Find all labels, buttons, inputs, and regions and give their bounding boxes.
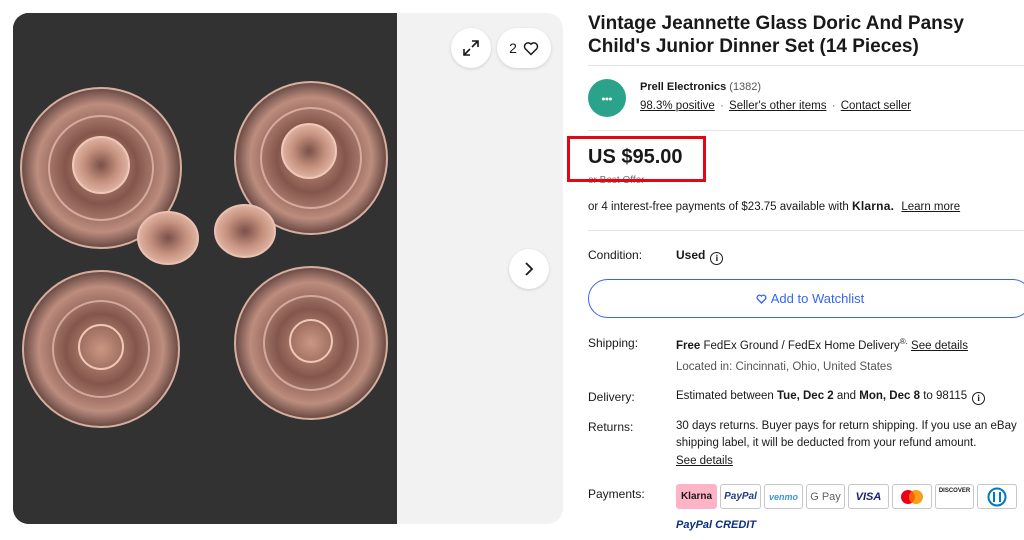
venmo-payment-icon: venmo <box>764 484 803 509</box>
condition-value: Used i <box>676 248 724 265</box>
discover-payment-icon: DISCOVER <box>935 484 974 509</box>
product-photo[interactable] <box>13 13 397 524</box>
diners-club-icon <box>987 487 1007 506</box>
image-gallery: 2 <box>13 13 563 524</box>
google-pay-icon: G Pay <box>806 484 845 509</box>
shipping-free: Free <box>676 339 701 352</box>
returns-label: Returns: <box>588 420 634 434</box>
registered-mark: ®. <box>899 337 908 346</box>
item-location: Located in: Cincinnati, Ohio, United Sta… <box>676 361 893 373</box>
shipping-label: Shipping: <box>588 336 639 350</box>
divider <box>588 130 1024 131</box>
klarna-payment-icon: Klarna <box>676 484 717 509</box>
shipping-value: Free FedEx Ground / FedEx Home Delivery®… <box>676 337 968 352</box>
expand-button[interactable] <box>451 28 491 68</box>
price-highlight-box <box>567 136 706 182</box>
chevron-right-icon <box>525 262 534 276</box>
product-photo-glassware <box>13 13 397 524</box>
delivery-zip: to 98115 <box>923 390 968 402</box>
info-icon[interactable]: i <box>710 251 724 265</box>
shipping-details-link[interactable]: See details <box>911 340 968 352</box>
delivery-prefix: Estimated between <box>676 390 774 402</box>
divider <box>588 230 1024 231</box>
watchlist-label: Add to Watchlist <box>770 291 865 306</box>
klarna-financing: or 4 interest-free payments of $23.75 av… <box>588 199 960 213</box>
delivery-label: Delivery: <box>588 390 635 404</box>
condition-label: Condition: <box>588 248 643 262</box>
expand-icon <box>463 40 479 56</box>
next-image-button[interactable] <box>509 249 549 289</box>
mastercard-payment-icon <box>892 484 932 509</box>
klarna-text: or 4 interest-free payments of $23.75 av… <box>588 201 849 213</box>
returns-details-link[interactable]: See details <box>676 455 733 467</box>
seller-feedback-count: (1382) <box>729 81 762 93</box>
delivery-estimate: Estimated between Tue, Dec 2 and Mon, De… <box>676 390 986 405</box>
heart-icon <box>756 294 767 304</box>
learn-more-link[interactable]: Learn more <box>901 201 960 213</box>
watch-count: 2 <box>509 40 517 56</box>
returns-line-1: 30 days returns. Buyer pays for return s… <box>676 420 1017 432</box>
add-to-watchlist-button[interactable]: Add to Watchlist <box>588 279 1024 318</box>
delivery-end: Mon, Dec 8 <box>859 390 920 402</box>
heart-icon <box>523 41 539 56</box>
seller-positive-link[interactable]: 98.3% positive <box>640 100 715 112</box>
payments-label: Payments: <box>588 487 645 501</box>
seller-name[interactable]: Prell Electronics <box>640 81 726 93</box>
seller-other-items-link[interactable]: Seller's other items <box>729 100 826 112</box>
paypal-credit-icon: PayPal CREDIT <box>676 519 757 531</box>
delivery-and: and <box>836 390 857 402</box>
separator: · <box>831 100 836 112</box>
info-icon[interactable]: i <box>972 391 986 405</box>
mastercard-icon <box>901 489 923 504</box>
paypal-payment-icon: PayPal <box>720 484 761 509</box>
delivery-start: Tue, Dec 2 <box>777 390 834 402</box>
returns-line-2: shipping label, it will be deducted from… <box>676 437 977 449</box>
watch-count-button[interactable]: 2 <box>497 28 551 68</box>
listing-title: Vintage Jeannette Glass Doric And Pansy … <box>588 13 964 57</box>
condition-text: Used <box>676 248 706 262</box>
contact-seller-link[interactable]: Contact seller <box>841 100 911 112</box>
separator: · <box>720 100 724 112</box>
discover-label: DISCOVER <box>938 488 971 494</box>
seller-logo[interactable]: ●●● <box>588 79 626 117</box>
klarna-brand: Klarna. <box>852 199 895 213</box>
seller-info: Prell Electronics (1382) <box>640 81 761 93</box>
visa-payment-icon: VISA <box>848 484 889 509</box>
divider <box>588 65 1024 66</box>
seller-links: 98.3% positive · Seller's other items · … <box>640 100 911 112</box>
diners-payment-icon <box>977 484 1017 509</box>
listing-details: Vintage Jeannette Glass Doric And Pansy … <box>567 0 1024 540</box>
payment-methods: Klarna PayPal venmo G Pay VISA DISCOVER <box>676 484 1017 509</box>
shipping-method: FedEx Ground / FedEx Home Delivery <box>703 339 900 352</box>
